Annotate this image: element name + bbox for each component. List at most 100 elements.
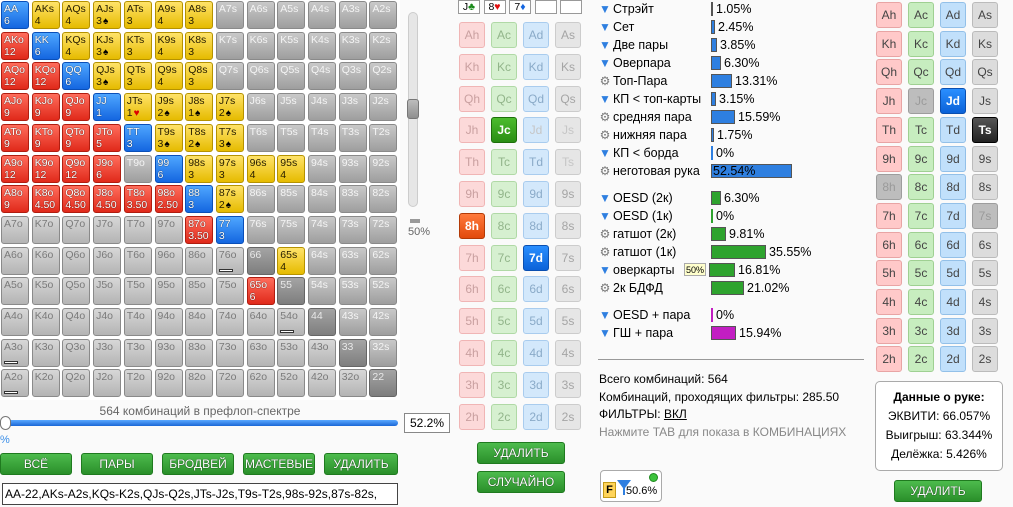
range-cell[interactable]: AKo 12: [1, 31, 29, 60]
range-cell[interactable]: 52s: [369, 277, 398, 306]
range-cell[interactable]: J5o: [93, 277, 122, 306]
range-cell[interactable]: A6o: [1, 246, 29, 275]
range-cell[interactable]: T3s: [338, 123, 367, 152]
hand-card-button[interactable]: 9h: [876, 145, 902, 172]
hand-card-button[interactable]: 5h: [876, 260, 902, 287]
hand-card-button[interactable]: 7d: [940, 202, 966, 229]
filter-row[interactable]: ⚙ Топ-Пара 13.31%: [599, 73, 869, 89]
board-card-button[interactable]: 8s: [555, 212, 581, 239]
range-cell[interactable]: 84s: [308, 185, 336, 214]
range-cell[interactable]: 82s: [369, 185, 398, 214]
hand-card-button[interactable]: Kd: [940, 30, 966, 57]
range-cell[interactable]: ATo 9: [1, 123, 29, 152]
range-cell[interactable]: 63s: [338, 246, 367, 275]
range-cell[interactable]: K5o: [31, 277, 60, 306]
board-card-button[interactable]: 7c: [491, 244, 517, 271]
board-card-button[interactable]: Qc: [491, 85, 517, 112]
board-card-button[interactable]: 7s: [555, 244, 581, 271]
range-cell[interactable]: 73s: [338, 215, 367, 244]
hand-card-button[interactable]: Jh: [876, 88, 902, 115]
range-cell[interactable]: T8o 3.50: [123, 185, 152, 214]
board-card-button[interactable]: 9c: [491, 181, 517, 207]
range-cell[interactable]: 87o 3.50: [185, 215, 214, 244]
range-cell[interactable]: Q2o: [62, 369, 91, 398]
filter-row[interactable]: ▼ Оверпара 6.30%: [599, 55, 869, 71]
hand-card-button[interactable]: 6d: [940, 231, 966, 258]
hand-card-button[interactable]: 7s: [972, 202, 998, 229]
board-card-button[interactable]: 2c: [491, 403, 517, 430]
range-cell[interactable]: AJo 9: [1, 93, 29, 122]
range-cell[interactable]: 92o: [154, 369, 183, 398]
range-cell[interactable]: K9s 4: [154, 31, 183, 60]
board-card-button[interactable]: 5h: [459, 308, 485, 335]
range-cell[interactable]: Q5o: [62, 277, 91, 306]
funnel-icon[interactable]: ▼: [599, 191, 611, 205]
board-card-button[interactable]: Ac: [491, 22, 517, 48]
hand-card-button[interactable]: 2c: [908, 346, 934, 373]
board-card-button[interactable]: Ah: [459, 22, 485, 48]
hand-card-button[interactable]: 8c: [908, 174, 934, 201]
board-card-button[interactable]: 2h: [459, 403, 485, 430]
board-card-button[interactable]: 5d: [523, 308, 549, 335]
range-cell[interactable]: A3o: [1, 338, 29, 367]
random-board-button[interactable]: СЛУЧАЙНО: [477, 471, 565, 493]
range-cell[interactable]: J4s: [308, 93, 336, 122]
range-cell[interactable]: 76o: [215, 246, 244, 275]
range-cell[interactable]: J9o 6: [93, 154, 122, 183]
board-card-button[interactable]: Qh: [459, 85, 485, 112]
range-cell[interactable]: KQs 4: [62, 31, 91, 60]
funnel-icon[interactable]: ▼: [599, 263, 611, 277]
range-cell[interactable]: K5s: [277, 31, 306, 60]
range-cell[interactable]: A3s: [338, 1, 367, 29]
range-cell[interactable]: A4o: [1, 308, 29, 336]
range-slider-track[interactable]: [4, 420, 398, 426]
range-cell[interactable]: 75s: [277, 215, 306, 244]
board-card-button[interactable]: 8h: [459, 212, 485, 239]
board-card-button[interactable]: 7d: [523, 244, 549, 271]
board-card-button[interactable]: 3d: [523, 371, 549, 398]
range-cell[interactable]: TT 3: [123, 123, 152, 152]
hand-card-button[interactable]: Kh: [876, 30, 902, 57]
range-cell[interactable]: K2s: [369, 31, 398, 60]
hand-card-button[interactable]: 2d: [940, 346, 966, 373]
range-cell[interactable]: QTo 9: [62, 123, 91, 152]
filter-row[interactable]: ⚙ нижняя пара 1.75%: [599, 127, 869, 143]
filter-weight-tag[interactable]: 50%: [684, 263, 707, 276]
hand-card-button[interactable]: 4d: [940, 289, 966, 315]
range-cell[interactable]: A7o: [1, 215, 29, 244]
range-cell[interactable]: QJs 3♠: [93, 62, 122, 91]
hand-card-button[interactable]: 7c: [908, 202, 934, 229]
funnel-icon[interactable]: ▼: [599, 92, 611, 106]
range-cell[interactable]: QJo 9: [62, 93, 91, 122]
range-cell[interactable]: 55: [277, 277, 306, 306]
board-card-button[interactable]: 3c: [491, 371, 517, 398]
range-cell[interactable]: 42s: [369, 308, 398, 336]
range-cell[interactable]: A9s 4: [154, 1, 183, 29]
filter-toggle-button[interactable]: F 50.6%: [600, 470, 662, 502]
range-cell[interactable]: T5o: [123, 277, 152, 306]
range-cell[interactable]: 98s 3: [185, 154, 214, 183]
range-cell[interactable]: 75o: [215, 277, 244, 306]
range-cell[interactable]: K6s: [246, 31, 275, 60]
board-card-button[interactable]: 9d: [523, 181, 549, 207]
hand-card-button[interactable]: 2h: [876, 346, 902, 373]
range-cell[interactable]: T9o: [123, 154, 152, 183]
board-slot[interactable]: J♣: [458, 0, 480, 14]
range-cell[interactable]: 62o: [246, 369, 275, 398]
range-cell[interactable]: Q3s: [338, 62, 367, 91]
hand-card-button[interactable]: 5c: [908, 260, 934, 287]
range-cell[interactable]: A7s: [215, 1, 244, 29]
range-cell[interactable]: 63o: [246, 338, 275, 367]
board-card-button[interactable]: 8c: [491, 212, 517, 239]
range-cell[interactable]: AQo 12: [1, 62, 29, 91]
board-card-button[interactable]: 6c: [491, 276, 517, 303]
hand-card-button[interactable]: 4h: [876, 289, 902, 315]
range-cell[interactable]: Q4o: [62, 308, 91, 336]
hand-card-button[interactable]: 5s: [972, 260, 998, 287]
range-cell[interactable]: A4s: [308, 1, 336, 29]
range-cell[interactable]: J5s: [277, 93, 306, 122]
funnel-icon[interactable]: ▼: [599, 56, 611, 70]
range-slider-thumb[interactable]: [0, 416, 11, 430]
hand-card-button[interactable]: 9s: [972, 145, 998, 172]
gear-icon[interactable]: ⚙: [599, 74, 611, 88]
